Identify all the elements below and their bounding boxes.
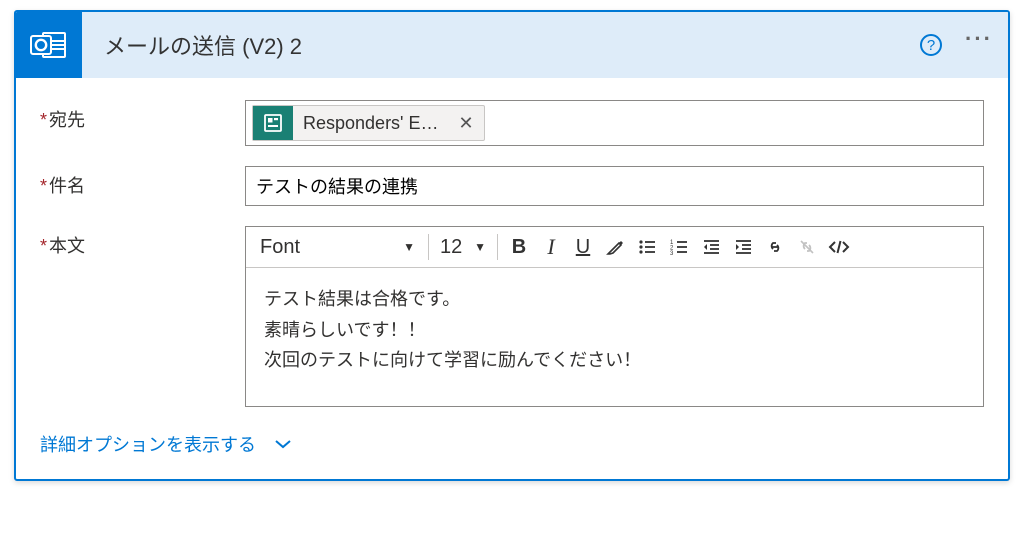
svg-text:3: 3 <box>670 251 674 257</box>
row-body: *本文 Font ▼ 12 ▼ B <box>40 226 984 407</box>
subject-label: *件名 <box>40 166 245 198</box>
body-editor: Font ▼ 12 ▼ B I U <box>245 226 984 407</box>
more-menu-button[interactable]: ··· <box>964 28 994 50</box>
font-size-select[interactable]: 12 ▼ <box>434 232 492 262</box>
unlink-button <box>791 231 823 263</box>
italic-button[interactable]: I <box>535 231 567 263</box>
card-body: *宛先 Responders' E… <box>16 78 1008 479</box>
required-marker: * <box>40 176 47 196</box>
to-input[interactable]: Responders' E… ✕ <box>245 100 984 146</box>
subject-input[interactable] <box>250 172 979 201</box>
forms-icon <box>253 106 293 140</box>
token-remove-button[interactable]: ✕ <box>449 106 484 140</box>
body-line: 素晴らしいです！！ <box>264 315 965 346</box>
bullet-list-icon <box>637 237 657 257</box>
highlight-button[interactable] <box>599 231 631 263</box>
required-marker: * <box>40 110 47 130</box>
code-view-button[interactable] <box>823 231 855 263</box>
link-icon <box>765 237 785 257</box>
row-to: *宛先 Responders' E… <box>40 100 984 146</box>
token-label: Responders' E… <box>293 106 449 140</box>
highlighter-icon <box>605 237 625 257</box>
outdent-button[interactable] <box>695 231 727 263</box>
toolbar-separator <box>428 234 429 260</box>
toolbar-separator <box>497 234 498 260</box>
editor-toolbar: Font ▼ 12 ▼ B I U <box>246 227 983 268</box>
bullet-list-button[interactable] <box>631 231 663 263</box>
link-button[interactable] <box>759 231 791 263</box>
body-content[interactable]: テスト結果は合格です。 素晴らしいです！！ 次回のテストに向けて学習に励んでくだ… <box>246 268 983 406</box>
chevron-down-icon: ▼ <box>403 240 415 254</box>
subject-input-wrap <box>245 166 984 206</box>
help-icon[interactable]: ? <box>920 34 942 56</box>
outlook-icon-box <box>16 12 82 78</box>
body-line: テスト結果は合格です。 <box>264 284 965 315</box>
required-marker: * <box>40 236 47 256</box>
bold-button[interactable]: B <box>503 231 535 263</box>
underline-button[interactable]: U <box>567 231 599 263</box>
card-title: メールの送信 (V2) 2 <box>104 29 920 61</box>
outlook-icon <box>29 25 69 65</box>
code-icon <box>827 237 851 257</box>
row-subject: *件名 <box>40 166 984 206</box>
indent-icon <box>733 237 753 257</box>
indent-button[interactable] <box>727 231 759 263</box>
unlink-icon <box>797 237 817 257</box>
numbered-list-icon: 123 <box>669 237 689 257</box>
show-advanced-options[interactable]: 詳細オプションを表示する <box>40 431 292 457</box>
card-header: メールの送信 (V2) 2 ? ··· <box>16 12 1008 78</box>
numbered-list-button[interactable]: 123 <box>663 231 695 263</box>
chevron-down-icon: ▼ <box>474 240 486 254</box>
to-label: *宛先 <box>40 100 245 132</box>
outdent-icon <box>701 237 721 257</box>
font-family-select[interactable]: Font ▼ <box>252 232 423 262</box>
chevron-down-icon <box>274 438 292 450</box>
dynamic-token-responders-email[interactable]: Responders' E… ✕ <box>252 105 485 141</box>
body-line: 次回のテストに向けて学習に励んでください！ <box>264 345 965 376</box>
body-label: *本文 <box>40 226 245 258</box>
send-email-card: メールの送信 (V2) 2 ? ··· *宛先 <box>14 10 1010 481</box>
